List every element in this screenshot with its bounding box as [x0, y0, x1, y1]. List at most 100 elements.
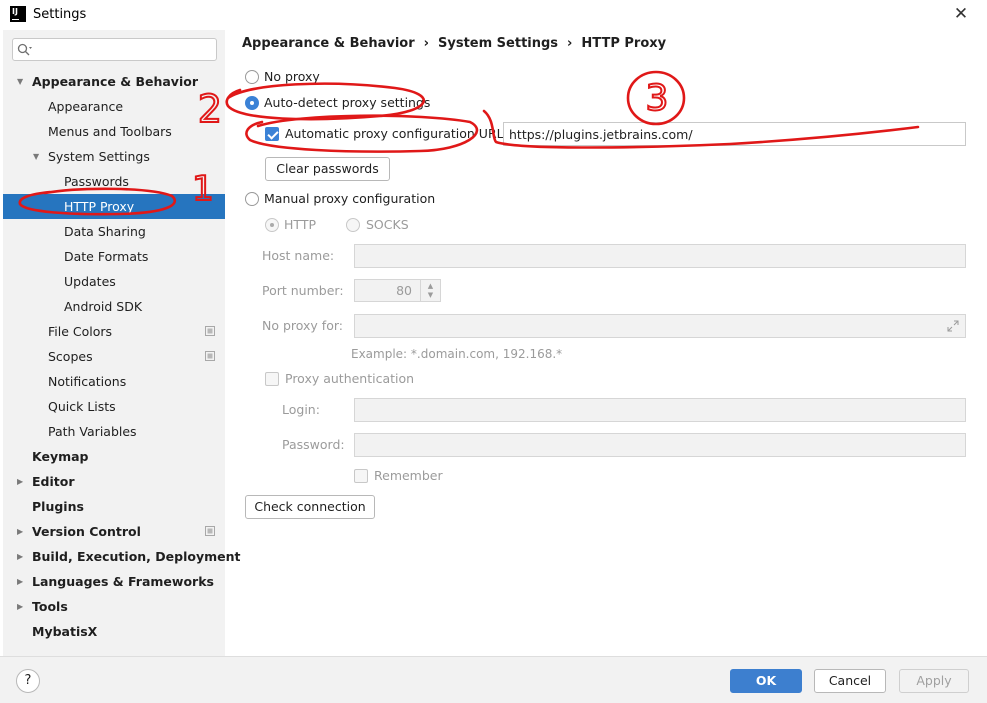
host-name-label: Host name:: [262, 248, 335, 263]
tree-item[interactable]: Keymap: [3, 444, 225, 469]
tree-item[interactable]: Plugins: [3, 494, 225, 519]
auto-config-url-input[interactable]: [504, 123, 965, 145]
collapsed-arrow-icon[interactable]: ▶: [17, 569, 27, 594]
host-name-field[interactable]: [354, 244, 966, 268]
no-proxy-label[interactable]: No proxy: [264, 69, 320, 84]
tree-item-label: Data Sharing: [64, 224, 146, 239]
collapsed-arrow-icon[interactable]: ▶: [17, 469, 27, 494]
search-field[interactable]: [12, 38, 217, 61]
tree-item[interactable]: Notifications: [3, 369, 225, 394]
intellij-app-icon: IJ: [10, 6, 26, 22]
example-text: Example: *.domain.com, 192.168.*: [351, 347, 563, 361]
tree-item[interactable]: ▶ Version Control: [3, 519, 225, 544]
close-icon[interactable]: ✕: [950, 2, 972, 26]
no-proxy-for-input[interactable]: [355, 315, 965, 337]
breadcrumb-part: Appearance & Behavior: [242, 36, 415, 51]
tree-item[interactable]: Menus and Toolbars: [3, 119, 225, 144]
tree-item[interactable]: MybatisX: [3, 619, 225, 644]
auto-detect-label[interactable]: Auto-detect proxy settings: [264, 95, 430, 110]
annotation-circle-3: [626, 70, 686, 126]
tree-item[interactable]: Scopes: [3, 344, 225, 369]
project-scope-icon: [205, 326, 215, 336]
tree-item-label: MybatisX: [32, 624, 98, 639]
tree-item[interactable]: ▶ Tools: [3, 594, 225, 619]
proxy-auth-checkbox[interactable]: [265, 372, 279, 386]
tree-item-label: Updates: [64, 274, 116, 289]
tree-item[interactable]: Date Formats: [3, 244, 225, 269]
expanded-arrow-icon[interactable]: ▼: [33, 144, 43, 169]
tree-item-label: Notifications: [48, 374, 127, 389]
host-name-input[interactable]: [355, 245, 965, 267]
tree-item-label: Menus and Toolbars: [48, 124, 172, 139]
clear-passwords-button[interactable]: Clear passwords: [265, 157, 390, 181]
search-input[interactable]: [35, 41, 213, 58]
tree-item-label: Quick Lists: [48, 399, 116, 414]
password-field[interactable]: [354, 433, 966, 457]
tree-item-label: File Colors: [48, 324, 113, 339]
collapsed-arrow-icon[interactable]: ▶: [17, 519, 27, 544]
tree-item[interactable]: Data Sharing: [3, 219, 225, 244]
socks-label[interactable]: SOCKS: [366, 217, 409, 232]
tree-item-label: Path Variables: [48, 424, 137, 439]
help-button[interactable]: ?: [16, 669, 40, 693]
proxy-auth-label[interactable]: Proxy authentication: [285, 371, 414, 386]
apply-button[interactable]: Apply: [899, 669, 969, 693]
tree-item[interactable]: ▶ Build, Execution, Deployment: [3, 544, 240, 569]
ok-button[interactable]: OK: [730, 669, 802, 693]
tree-item[interactable]: Passwords: [3, 169, 225, 194]
auto-config-url-field[interactable]: [503, 122, 966, 146]
port-number-spinner[interactable]: 80 ▲ ▼: [354, 279, 441, 302]
tree-item[interactable]: File Colors: [3, 319, 225, 344]
search-icon: [17, 43, 32, 56]
socks-radio[interactable]: [346, 218, 360, 232]
no-proxy-radio[interactable]: [245, 70, 259, 84]
tree-item[interactable]: Updates: [3, 269, 225, 294]
login-field[interactable]: [354, 398, 966, 422]
auto-config-url-checkbox[interactable]: [265, 127, 279, 141]
remember-label[interactable]: Remember: [374, 468, 443, 483]
tree-item[interactable]: Appearance: [3, 94, 225, 119]
breadcrumb: Appearance & Behavior › System Settings › HT…: [242, 36, 666, 51]
tree-item[interactable]: Path Variables: [3, 419, 225, 444]
expand-icon[interactable]: [947, 320, 959, 332]
port-number-label: Port number:: [262, 283, 344, 298]
manual-proxy-label[interactable]: Manual proxy configuration: [264, 191, 435, 206]
dialog-footer: ? OK Cancel Apply: [0, 656, 987, 703]
tree-item-label: Languages & Frameworks: [32, 574, 214, 589]
http-label[interactable]: HTTP: [284, 217, 316, 232]
auto-config-url-label[interactable]: Automatic proxy configuration URL:: [285, 126, 508, 141]
breadcrumb-part: HTTP Proxy: [581, 36, 667, 51]
login-input[interactable]: [355, 399, 965, 421]
tree-item-label: Android SDK: [64, 299, 143, 314]
tree-item-label: Date Formats: [64, 249, 149, 264]
tree-item-label: Plugins: [32, 499, 84, 514]
remember-checkbox[interactable]: [354, 469, 368, 483]
tree-item-label: Passwords: [64, 174, 129, 189]
manual-proxy-radio[interactable]: [245, 192, 259, 206]
tree-item[interactable]: HTTP Proxy: [3, 194, 225, 219]
http-radio[interactable]: [265, 218, 279, 232]
tree-item[interactable]: ▶ Languages & Frameworks: [3, 569, 225, 594]
collapsed-arrow-icon[interactable]: ▶: [17, 594, 27, 619]
tree-item[interactable]: ▼ Appearance & Behavior: [3, 69, 225, 94]
cancel-button[interactable]: Cancel: [814, 669, 886, 693]
auto-detect-radio[interactable]: [245, 96, 259, 110]
tree-item[interactable]: ▶ Editor: [3, 469, 225, 494]
annotation-number-3: 3: [646, 78, 669, 119]
tree-item-label: Tools: [32, 599, 68, 614]
tree-item[interactable]: ▼ System Settings: [3, 144, 225, 169]
collapsed-arrow-icon[interactable]: ▶: [17, 544, 27, 569]
breadcrumb-separator: ›: [423, 36, 429, 51]
expanded-arrow-icon[interactable]: ▼: [17, 69, 27, 94]
window-title: Settings: [33, 7, 87, 22]
no-proxy-for-field[interactable]: [354, 314, 966, 338]
project-scope-icon: [205, 351, 215, 361]
tree-item[interactable]: Android SDK: [3, 294, 225, 319]
password-input[interactable]: [355, 434, 965, 456]
port-value: 80: [396, 283, 412, 298]
spinner-arrows-icon[interactable]: ▲ ▼: [420, 280, 440, 301]
tree-item-label: Keymap: [32, 449, 89, 464]
check-connection-button[interactable]: Check connection: [245, 495, 375, 519]
tree-item[interactable]: Quick Lists: [3, 394, 225, 419]
settings-sidebar: ▼ Appearance & Behavior Appearance Menus an…: [3, 30, 240, 656]
